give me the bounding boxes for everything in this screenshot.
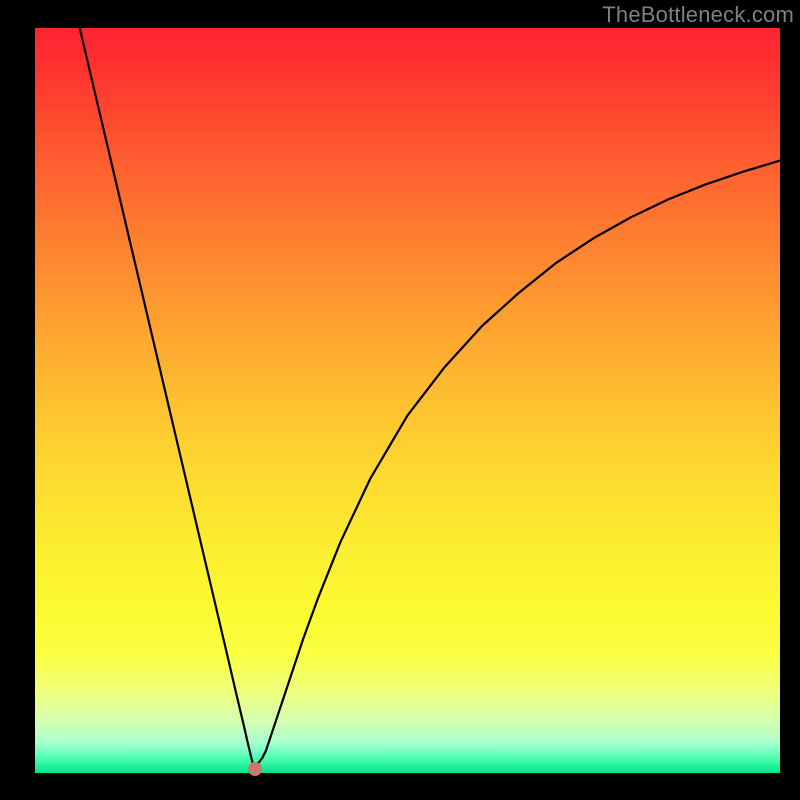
- chart-plot-area: [35, 28, 780, 773]
- chart-marker-dot: [248, 762, 262, 776]
- bottleneck-curve-line: [80, 28, 780, 766]
- chart-curve-svg: [35, 28, 780, 773]
- watermark-text: TheBottleneck.com: [602, 2, 794, 28]
